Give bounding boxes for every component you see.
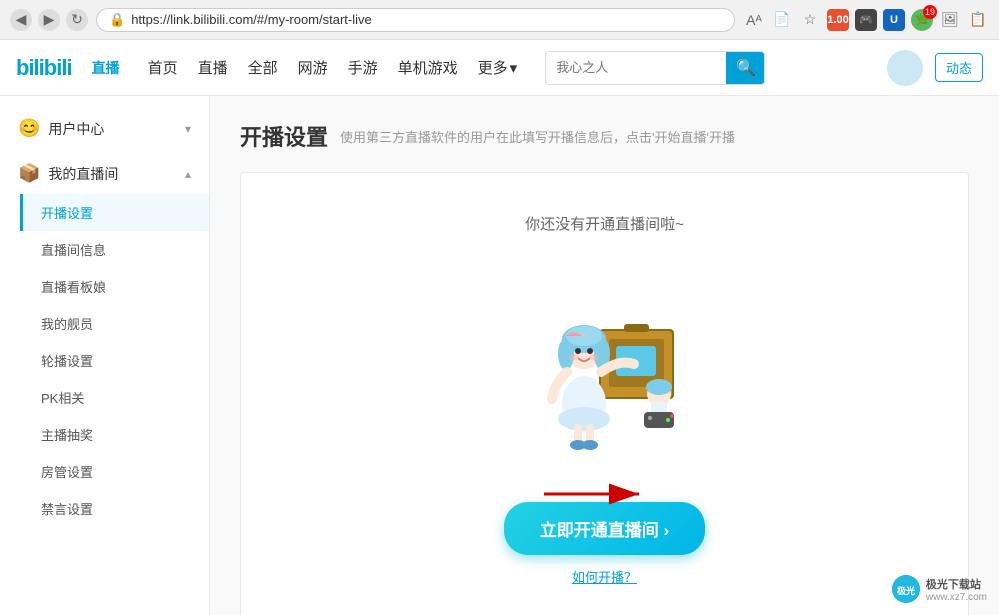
- sidebar-item-usercenter[interactable]: 😊 用户中心 ▾: [0, 108, 209, 149]
- url-text: https://link.bilibili.com/#/my-room/star…: [131, 12, 372, 27]
- how-to-link[interactable]: 如何开播？: [572, 567, 637, 586]
- page-header: 开播设置 使用第三方直播软件的用户在此填写开播信息后，点击'开始直播'开播: [240, 120, 969, 152]
- no-room-content: 你还没有开通直播间啦~: [504, 213, 705, 586]
- svg-text:极光: 极光: [897, 585, 915, 596]
- ext6-icon[interactable]: 📋: [967, 9, 989, 31]
- address-bar[interactable]: 🔒 https://link.bilibili.com/#/my-room/st…: [96, 8, 735, 32]
- sidebar-child-mascot[interactable]: 直播看板娘: [20, 268, 209, 305]
- room-icon: 📦: [18, 163, 40, 184]
- browser-icons-right: Aᴬ 📄 ☆ 1.00 🎮 U 🌿 19 🖼 📋: [743, 9, 989, 31]
- chevron-down-icon: ▾: [510, 59, 518, 77]
- star-icon[interactable]: ☆: [799, 9, 821, 31]
- sidebar-child-lottery[interactable]: 主播抽奖: [20, 416, 209, 453]
- sidebar-child-pk[interactable]: PK相关: [20, 379, 209, 416]
- reader-icon[interactable]: 📄: [771, 9, 793, 31]
- sidebar-child-startlive[interactable]: 开播设置: [20, 194, 209, 231]
- ext4-icon[interactable]: 🌿 19: [911, 9, 933, 31]
- forward-button[interactable]: ▶: [38, 9, 60, 31]
- nav-links: 首页 直播 全部 网游 手游 单机游戏 更多 ▾: [148, 57, 518, 78]
- sidebar-item-myroom[interactable]: 📦 我的直播间 ▴: [0, 153, 209, 194]
- main-layout: 😊 用户中心 ▾ 📦 我的直播间 ▴ 开播设置 直播间信息 直播看板娘 我的舰员…: [0, 96, 999, 615]
- nav-all[interactable]: 全部: [248, 60, 278, 77]
- search-input-wrap: 🔍: [545, 51, 765, 85]
- sidebar-child-ban[interactable]: 禁言设置: [20, 490, 209, 527]
- chevron-down-icon: ▾: [185, 122, 191, 136]
- nav-more[interactable]: 更多 ▾: [478, 57, 518, 78]
- sidebar-child-crew[interactable]: 我的舰员: [20, 305, 209, 342]
- nav-mobile[interactable]: 手游: [348, 60, 378, 77]
- nav-live[interactable]: 直播: [198, 60, 228, 77]
- watermark-site: 极光下载站 www.xz7.com: [926, 576, 987, 603]
- search-icon: 🔍: [736, 58, 756, 78]
- watermark: 极光 极光下载站 www.xz7.com: [892, 575, 987, 603]
- user-icon: 😊: [18, 118, 40, 139]
- chevron-up-icon: ▴: [185, 167, 191, 181]
- red-arrow: [534, 474, 654, 514]
- back-button[interactable]: ◀: [10, 9, 32, 31]
- ext2-icon[interactable]: 🎮: [855, 9, 877, 31]
- ext3-icon[interactable]: U: [883, 9, 905, 31]
- sidebar-usercenter-label: 用户中心: [48, 119, 104, 139]
- sidebar: 😊 用户中心 ▾ 📦 我的直播间 ▴ 开播设置 直播间信息 直播看板娘 我的舰员…: [0, 96, 210, 615]
- ext5-icon[interactable]: 🖼: [939, 9, 961, 31]
- sidebar-child-roominfo[interactable]: 直播间信息: [20, 231, 209, 268]
- refresh-button[interactable]: ↻: [66, 9, 88, 31]
- sidebar-section-myroom: 📦 我的直播间 ▴ 开播设置 直播间信息 直播看板娘 我的舰员 轮播设置 PK相…: [0, 153, 209, 527]
- sidebar-child-loop[interactable]: 轮播设置: [20, 342, 209, 379]
- logo: bilibili: [16, 55, 72, 81]
- avatar[interactable]: [887, 50, 923, 86]
- content-card: 你还没有开通直播间啦~: [240, 172, 969, 615]
- watermark-logo: 极光: [892, 575, 920, 603]
- character-illustration: [504, 254, 704, 454]
- dongtai-button[interactable]: 动态: [935, 53, 983, 82]
- browser-bar: ◀ ▶ ↻ 🔒 https://link.bilibili.com/#/my-r…: [0, 0, 999, 40]
- top-nav: bilibili 直播 首页 直播 全部 网游 手游 单机游戏 更多 ▾ 🔍 动…: [0, 40, 999, 96]
- watermark-label: 极光下载站: [926, 576, 987, 592]
- search-input[interactable]: [546, 54, 726, 81]
- sidebar-section-usercenter: 😊 用户中心 ▾: [0, 108, 209, 149]
- page-title: 开播设置: [240, 120, 328, 152]
- aa-icon[interactable]: Aᴬ: [743, 9, 765, 31]
- search-button[interactable]: 🔍: [726, 52, 765, 84]
- search-area: 🔍: [545, 51, 875, 85]
- nav-online[interactable]: 网游: [298, 60, 328, 77]
- lock-icon: 🔒: [109, 12, 125, 28]
- nav-singleplayer[interactable]: 单机游戏: [398, 60, 458, 77]
- sidebar-children: 开播设置 直播间信息 直播看板娘 我的舰员 轮播设置 PK相关 主播抽奖 房管设…: [0, 194, 209, 527]
- logo-live: 直播: [92, 58, 120, 78]
- watermark-url: www.xz7.com: [926, 592, 987, 603]
- no-room-text: 你还没有开通直播间啦~: [525, 213, 684, 234]
- browser-controls: ◀ ▶ ↻: [10, 9, 88, 31]
- sidebar-myroom-label: 我的直播间: [48, 164, 118, 184]
- sidebar-child-admin[interactable]: 房管设置: [20, 453, 209, 490]
- content-area: 开播设置 使用第三方直播软件的用户在此填写开播信息后，点击'开始直播'开播 你还…: [210, 96, 999, 615]
- extension-icon[interactable]: 1.00: [827, 9, 849, 31]
- nav-home[interactable]: 首页: [148, 60, 178, 77]
- nav-right: 动态: [887, 50, 983, 86]
- page-desc: 使用第三方直播软件的用户在此填写开播信息后，点击'开始直播'开播: [340, 127, 735, 146]
